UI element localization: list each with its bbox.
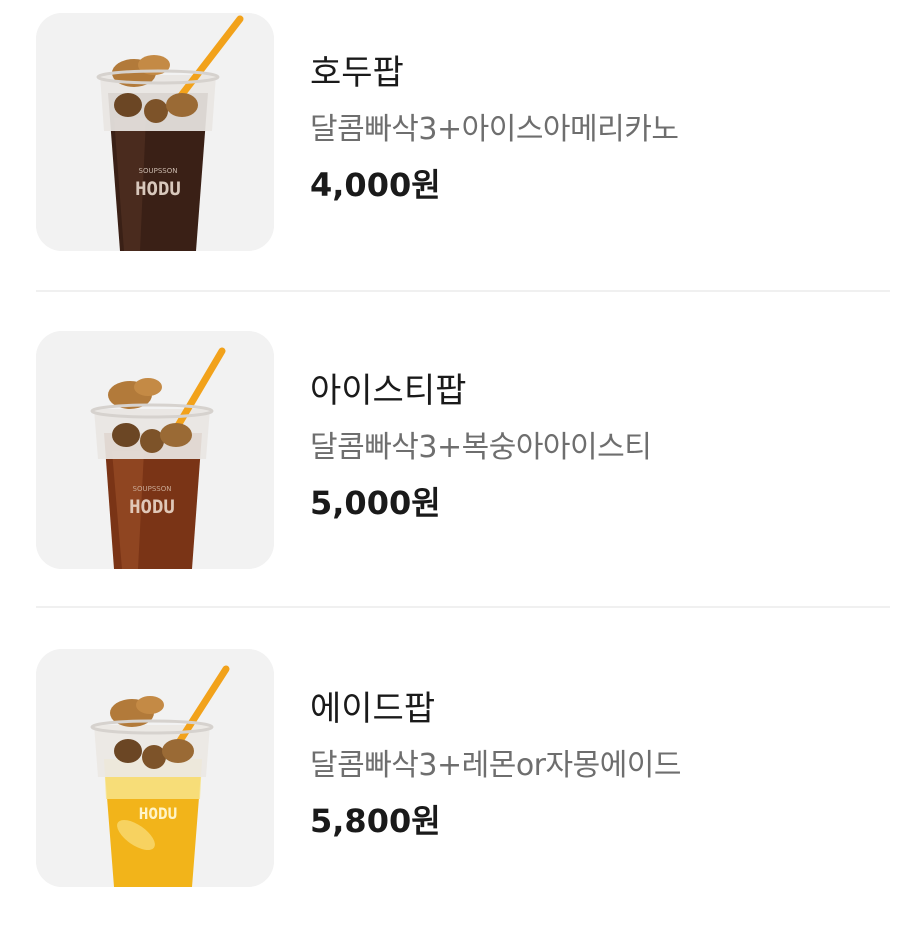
menu-item-hodu-pop[interactable]: SOUPSSON HODU 호두팝 달콤빠삭3+아이스아메리카노 4,000원 (0, 0, 900, 300)
lemon-ade-cup-icon: HODU (36, 649, 274, 887)
svg-text:SOUPSSON: SOUPSSON (139, 167, 178, 175)
menu-list: SOUPSSON HODU 호두팝 달콤빠삭3+아이스아메리카노 4,000원 (0, 0, 900, 923)
menu-item-image: SOUPSSON HODU (36, 13, 274, 251)
menu-item-iced-tea-pop[interactable]: SOUPSSON HODU 아이스티팝 달콤빠삭3+복숭아아이스티 5,000원 (0, 318, 900, 618)
menu-item-price: 5,800원 (310, 802, 441, 840)
menu-item-price: 4,000원 (310, 166, 441, 204)
svg-text:SOUPSSON: SOUPSSON (133, 485, 172, 493)
svg-text:HODU: HODU (129, 496, 175, 518)
menu-item-info: 에이드팝 달콤빠삭3+레몬or자몽에이드 5,800원 (310, 686, 682, 842)
menu-item-price: 5,000원 (310, 484, 441, 522)
menu-item-image: SOUPSSON HODU (36, 331, 274, 569)
svg-text:HODU: HODU (135, 178, 181, 200)
menu-item-description: 달콤빠삭3+레몬or자몽에이드 (310, 748, 682, 783)
svg-text:HODU: HODU (139, 804, 178, 823)
divider (36, 606, 890, 608)
menu-item-info: 아이스티팝 달콤빠삭3+복숭아아이스티 5,000원 (310, 368, 652, 524)
menu-item-image: HODU (36, 649, 274, 887)
menu-item-info: 호두팝 달콤빠삭3+아이스아메리카노 4,000원 (310, 50, 679, 206)
menu-item-description: 달콤빠삭3+아이스아메리카노 (310, 112, 679, 147)
peach-iced-tea-cup-icon: SOUPSSON HODU (36, 331, 274, 569)
menu-item-name: 에이드팝 (310, 689, 436, 729)
divider (36, 290, 890, 292)
iced-americano-cup-icon: SOUPSSON HODU (36, 13, 274, 251)
menu-item-ade-pop[interactable]: HODU 에이드팝 달콤빠삭3+레몬or자몽에이드 5,800원 (0, 636, 900, 936)
menu-item-name: 호두팝 (310, 53, 404, 93)
menu-item-description: 달콤빠삭3+복숭아아이스티 (310, 430, 652, 465)
menu-item-name: 아이스티팝 (310, 371, 467, 411)
